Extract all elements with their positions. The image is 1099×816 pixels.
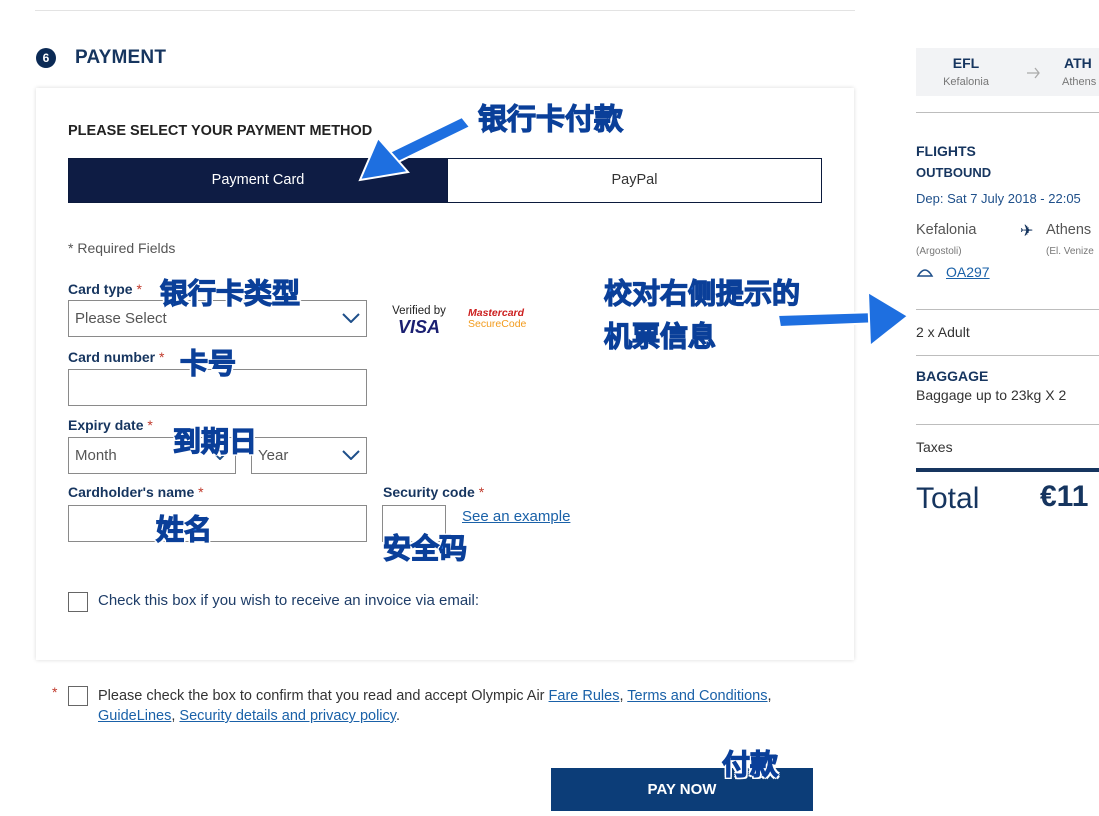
annotation-expiry: 到期日 [172, 424, 258, 458]
annotation-card-number: 卡号 [179, 346, 237, 380]
annotation-card-type: 银行卡类型 [159, 276, 301, 310]
annotation-security: 安全码 [382, 531, 468, 565]
arrow-to-payment-card [358, 115, 472, 182]
annotation-name: 姓名 [155, 512, 213, 546]
annotation-pay: 付款 [721, 747, 779, 781]
annotation-bank-card-pay: 银行卡付款 [477, 101, 624, 136]
annotation-check-info-line1: 校对右侧提示的 [603, 276, 801, 310]
annotation-check-info-line2: 机票信息 [603, 319, 717, 353]
